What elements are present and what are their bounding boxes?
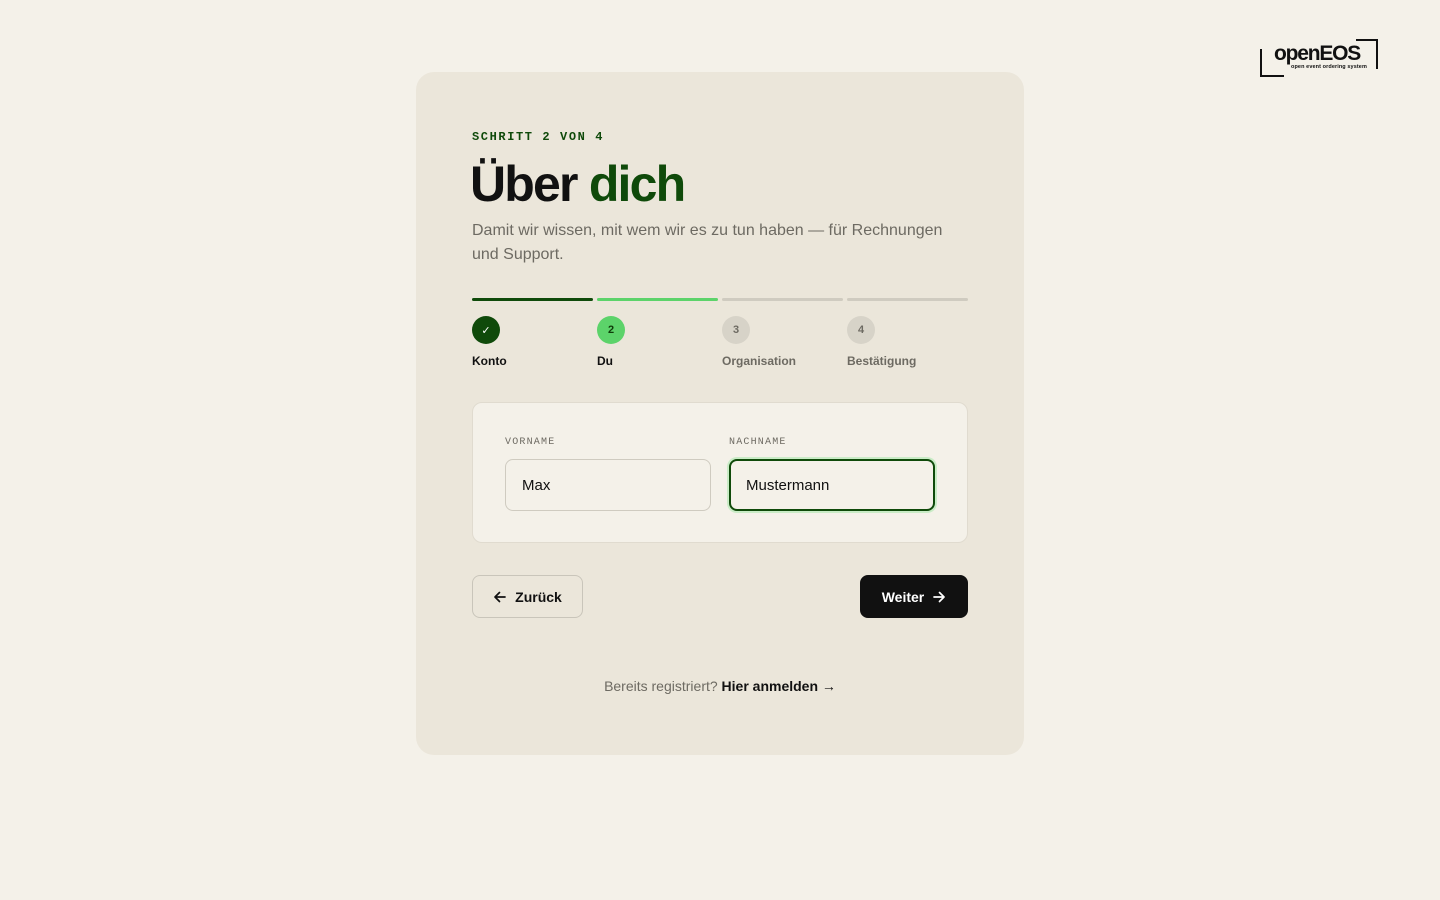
step-du: 2 Du (597, 298, 718, 374)
login-link[interactable]: Hier anmelden → (722, 678, 836, 694)
login-link-arrow: → (821, 678, 836, 694)
step-label: Du (597, 354, 613, 368)
login-prompt: Bereits registriert? Hier anmelden → (416, 678, 1024, 694)
next-button[interactable]: Weiter (860, 575, 968, 618)
step-bar (472, 298, 593, 301)
step-number: 2 (597, 316, 625, 344)
first-name-label: VORNAME (505, 437, 556, 448)
step-label: Organisation (722, 354, 797, 368)
title-main: Über (470, 156, 579, 212)
logo-tagline: open event ordering system (1291, 64, 1367, 70)
back-button[interactable]: Zurück (472, 575, 583, 618)
step-bar (597, 298, 718, 301)
signup-card: SCHRITT 2 VON 4 Über dich Damit wir wiss… (416, 72, 1024, 755)
step-number: 3 (722, 316, 750, 344)
login-prompt-text: Bereits registriert? (604, 678, 718, 694)
step-number: 4 (847, 316, 875, 344)
last-name-label: NACHNAME (729, 437, 787, 448)
arrow-right-icon (933, 591, 946, 602)
first-name-field: VORNAME (505, 437, 711, 511)
arrow-left-icon (494, 591, 507, 602)
step-organisation: 3 Organisation (722, 298, 843, 374)
page-title: Über dich (470, 154, 686, 214)
page-subtitle: Damit wir wissen, mit wem wir es zu tun … (472, 222, 943, 263)
step-counter: SCHRITT 2 VON 4 (472, 130, 605, 144)
logo-wordmark: openEOS (1274, 42, 1361, 65)
openeos-logo[interactable]: openEOS open event ordering system (1258, 38, 1380, 78)
next-button-label: Weiter (881, 588, 925, 605)
progress-stepper: ✓ Konto 2 Du 3 Organisation 4 Bestätigun… (472, 298, 968, 374)
step-bar (722, 298, 843, 301)
step-bestaetigung: 4 Bestätigung (847, 298, 968, 374)
checkmark-icon: ✓ (472, 316, 500, 344)
first-name-input[interactable] (505, 459, 711, 511)
step-bar (847, 298, 968, 301)
step-label: Konto (472, 354, 507, 368)
title-accent: dich (588, 156, 686, 212)
last-name-input[interactable] (729, 459, 935, 511)
name-form: VORNAME NACHNAME (472, 402, 968, 543)
back-button-label: Zurück (515, 588, 562, 605)
login-link-label: Hier anmelden (721, 678, 819, 694)
step-konto: ✓ Konto (472, 298, 593, 374)
last-name-field: NACHNAME (729, 437, 935, 511)
step-label: Bestätigung (847, 354, 917, 368)
